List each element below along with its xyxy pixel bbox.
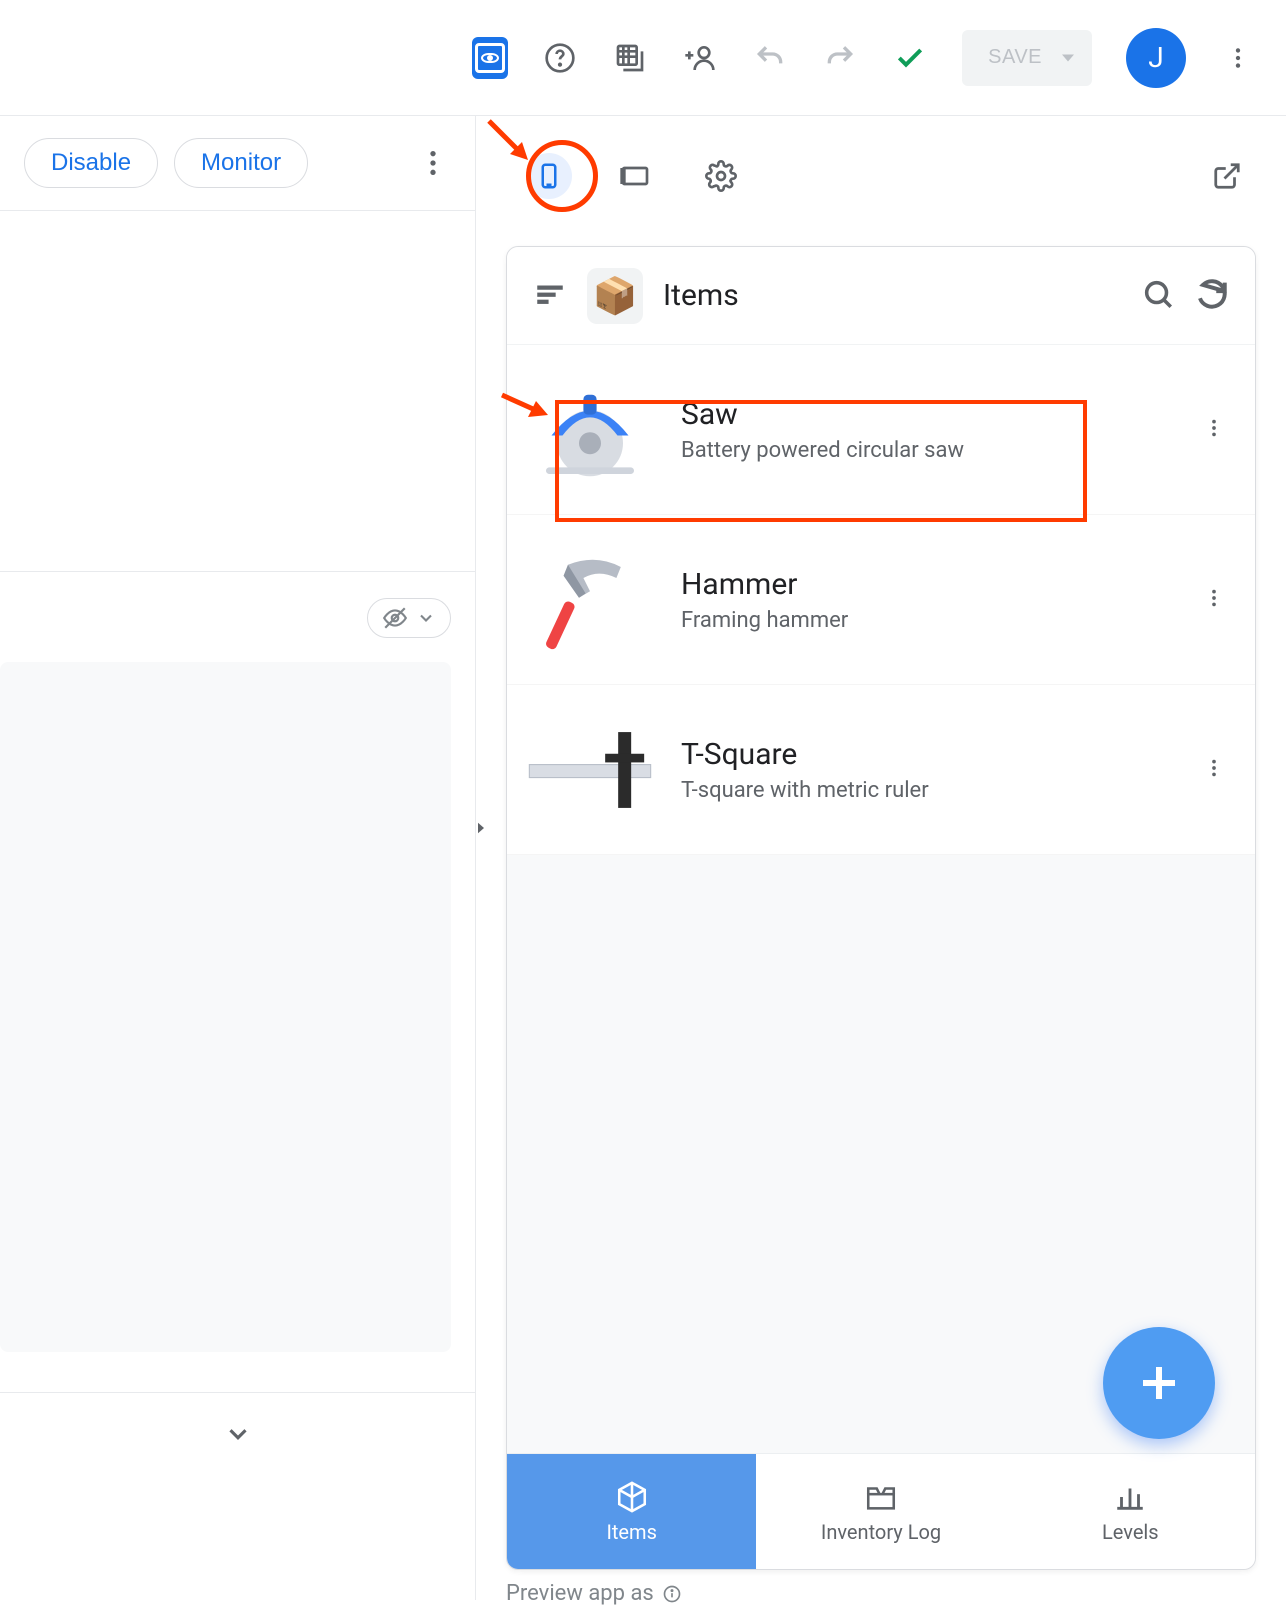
preview-toggle-button[interactable] (472, 40, 508, 76)
item-title: Saw (681, 397, 1165, 432)
app-box-icon: 📦 (587, 268, 643, 324)
open-external-icon[interactable] (1204, 153, 1250, 199)
item-subtitle: Battery powered circular saw (681, 438, 1165, 463)
mobile-preview-frame: 📦 Items (506, 246, 1256, 1570)
help-icon[interactable] (542, 40, 578, 76)
share-add-user-icon[interactable] (682, 40, 718, 76)
disable-button[interactable]: Disable (24, 138, 158, 188)
checkmark-icon[interactable] (892, 40, 928, 76)
left-panel-card (0, 662, 451, 1352)
sort-icon[interactable] (533, 277, 567, 315)
item-subtitle: Framing hammer (681, 608, 1165, 633)
mobile-app-header: 📦 Items (507, 247, 1255, 345)
item-more-icon[interactable] (1191, 737, 1237, 803)
visibility-toggle[interactable] (367, 598, 451, 638)
item-title: T-Square (681, 737, 1165, 772)
split-handle-icon[interactable] (472, 819, 490, 841)
nav-label: Items (606, 1520, 656, 1544)
divider (0, 571, 475, 572)
mobile-bottom-nav: Items Inventory Log Levels (507, 1453, 1255, 1569)
monitor-button[interactable]: Monitor (174, 138, 308, 188)
item-subtitle: T-square with metric ruler (681, 778, 1165, 803)
nav-levels[interactable]: Levels (1006, 1454, 1255, 1569)
main-split: Disable Monitor (0, 116, 1286, 1600)
divider (0, 1392, 475, 1393)
search-icon[interactable] (1141, 277, 1175, 315)
item-more-icon[interactable] (1191, 397, 1237, 463)
item-tsquare-icon (525, 705, 655, 835)
left-panel: Disable Monitor (0, 116, 476, 1600)
save-button: SAVE (962, 30, 1092, 86)
preview-toolbar (476, 116, 1286, 236)
list-item[interactable]: T-Square T-square with metric ruler (507, 685, 1255, 855)
avatar[interactable]: J (1126, 28, 1186, 88)
nav-label: Inventory Log (821, 1520, 941, 1544)
nav-label: Levels (1102, 1520, 1159, 1544)
right-panel: 📦 Items (476, 116, 1286, 1600)
left-panel-more-icon[interactable] (415, 145, 451, 181)
nav-items[interactable]: Items (507, 1454, 756, 1569)
fab-add-button[interactable] (1103, 1327, 1215, 1439)
nav-inventory-log[interactable]: Inventory Log (756, 1454, 1005, 1569)
mobile-item-list: Saw Battery powered circular saw (507, 345, 1255, 1453)
settings-gear-icon[interactable] (698, 153, 744, 199)
kebab-menu-icon[interactable] (1220, 40, 1256, 76)
list-item[interactable]: Hammer Framing hammer (507, 515, 1255, 685)
item-more-icon[interactable] (1191, 567, 1237, 633)
expand-chevron-icon[interactable] (0, 1419, 475, 1449)
table-data-icon[interactable] (612, 40, 648, 76)
item-hammer-icon (525, 535, 655, 665)
preview-as-label: Preview app as (506, 1581, 682, 1606)
mobile-app-title: Items (663, 278, 1121, 313)
item-title: Hammer (681, 567, 1165, 602)
top-toolbar: SAVE J (0, 0, 1286, 116)
info-icon[interactable] (662, 1584, 682, 1604)
action-pill-row: Disable Monitor (0, 116, 475, 211)
redo-icon[interactable] (822, 40, 858, 76)
list-item[interactable]: Saw Battery powered circular saw (507, 345, 1255, 515)
refresh-icon[interactable] (1195, 277, 1229, 315)
item-saw-icon (525, 365, 655, 495)
tablet-view-button[interactable] (612, 153, 658, 199)
undo-icon[interactable] (752, 40, 788, 76)
mobile-view-button[interactable] (526, 153, 572, 199)
